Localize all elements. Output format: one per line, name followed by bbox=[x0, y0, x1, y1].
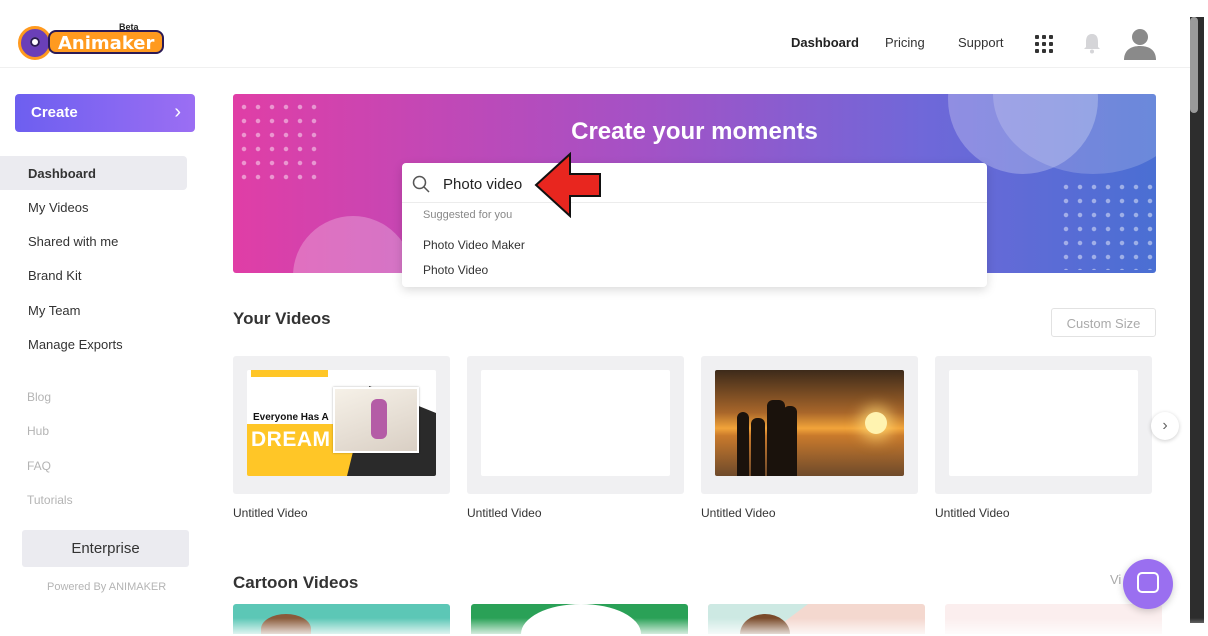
chat-launcher-button[interactable] bbox=[1123, 559, 1173, 609]
chevron-right-icon: › bbox=[174, 101, 181, 123]
video-card[interactable] bbox=[467, 356, 684, 494]
scrollbar-thumb[interactable] bbox=[1190, 17, 1198, 113]
animaker-logo[interactable]: Animaker Beta bbox=[18, 22, 165, 60]
create-button[interactable]: Create › bbox=[15, 94, 195, 132]
hero-dots-pattern bbox=[1059, 180, 1155, 270]
video-thumbnail[interactable] bbox=[481, 370, 670, 476]
nav-dashboard[interactable]: Dashboard bbox=[791, 35, 859, 50]
video-card[interactable]: Everyone Has A DREAM bbox=[233, 356, 450, 494]
nav-support[interactable]: Support bbox=[958, 35, 1004, 50]
logo-wordmark: Animaker bbox=[48, 30, 165, 54]
suggestion-item[interactable]: Photo Video bbox=[423, 263, 488, 277]
sun-shape bbox=[865, 412, 887, 434]
video-thumbnail[interactable]: Everyone Has A DREAM bbox=[247, 370, 436, 476]
cartoon-videos-title: Cartoon Videos bbox=[233, 573, 359, 592]
silhouette bbox=[783, 406, 797, 476]
search-icon bbox=[412, 175, 430, 193]
sidebar-link-hub[interactable]: Hub bbox=[27, 424, 49, 438]
video-card[interactable] bbox=[701, 356, 918, 494]
nav-pricing[interactable]: Pricing bbox=[885, 35, 925, 50]
sidebar-item-my-videos[interactable]: My Videos bbox=[0, 190, 187, 224]
sidebar-item-dashboard[interactable]: Dashboard bbox=[0, 156, 187, 190]
sidebar-link-blog[interactable]: Blog bbox=[27, 390, 51, 404]
search-input[interactable] bbox=[443, 173, 843, 195]
sidebar-link-faq[interactable]: FAQ bbox=[27, 459, 51, 473]
video-thumbnail[interactable] bbox=[715, 370, 904, 476]
video-thumbnail[interactable] bbox=[949, 370, 1138, 476]
custom-size-button[interactable]: Custom Size bbox=[1051, 308, 1156, 337]
video-title[interactable]: Untitled Video bbox=[935, 506, 1010, 520]
hero-decoration bbox=[293, 216, 413, 273]
thumb-text-line2: DREAM bbox=[251, 428, 331, 451]
user-avatar-icon[interactable] bbox=[1122, 26, 1158, 60]
view-all-link[interactable]: Vi bbox=[1110, 572, 1121, 587]
sidebar-item-brand-kit[interactable]: Brand Kit bbox=[0, 258, 187, 292]
suggestions-heading: Suggested for you bbox=[423, 209, 513, 221]
apps-grid-icon[interactable] bbox=[1035, 35, 1053, 53]
video-title[interactable]: Untitled Video bbox=[467, 506, 542, 520]
video-card[interactable] bbox=[935, 356, 1152, 494]
mascot-icon bbox=[18, 26, 52, 60]
silhouette bbox=[751, 418, 765, 476]
silhouette bbox=[737, 412, 749, 476]
hero-title: Create your moments bbox=[571, 118, 818, 145]
video-title[interactable]: Untitled Video bbox=[233, 506, 308, 520]
powered-by-label: Powered By ANIMAKER bbox=[47, 581, 167, 593]
bottom-fade bbox=[0, 618, 1208, 636]
red-arrow-pointer-icon bbox=[534, 152, 601, 218]
sidebar-link-tutorials[interactable]: Tutorials bbox=[27, 493, 73, 507]
sidebar-item-manage-exports[interactable]: Manage Exports bbox=[0, 327, 187, 361]
thumb-decoration bbox=[251, 370, 328, 377]
your-videos-title: Your Videos bbox=[233, 309, 331, 328]
bell-icon[interactable] bbox=[1082, 32, 1102, 54]
search-row bbox=[402, 163, 987, 203]
suggestion-item[interactable]: Photo Video Maker bbox=[423, 238, 525, 252]
top-header: Animaker Beta Dashboard Pricing Support bbox=[0, 0, 1190, 68]
chat-icon bbox=[1137, 572, 1159, 593]
window-scrollbar[interactable] bbox=[1190, 17, 1204, 623]
create-label: Create bbox=[31, 104, 78, 121]
sidebar-item-my-team[interactable]: My Team bbox=[0, 293, 187, 327]
video-title[interactable]: Untitled Video bbox=[701, 506, 776, 520]
search-box: Suggested for you Photo Video Maker Phot… bbox=[402, 163, 987, 287]
thumb-text-line1: Everyone Has A bbox=[253, 412, 329, 423]
sidebar-item-shared-with-me[interactable]: Shared with me bbox=[0, 224, 187, 258]
enterprise-button[interactable]: Enterprise bbox=[22, 530, 189, 567]
thumb-photo bbox=[333, 387, 419, 453]
carousel-next-button[interactable]: › bbox=[1151, 412, 1179, 440]
beta-label: Beta bbox=[119, 22, 139, 32]
